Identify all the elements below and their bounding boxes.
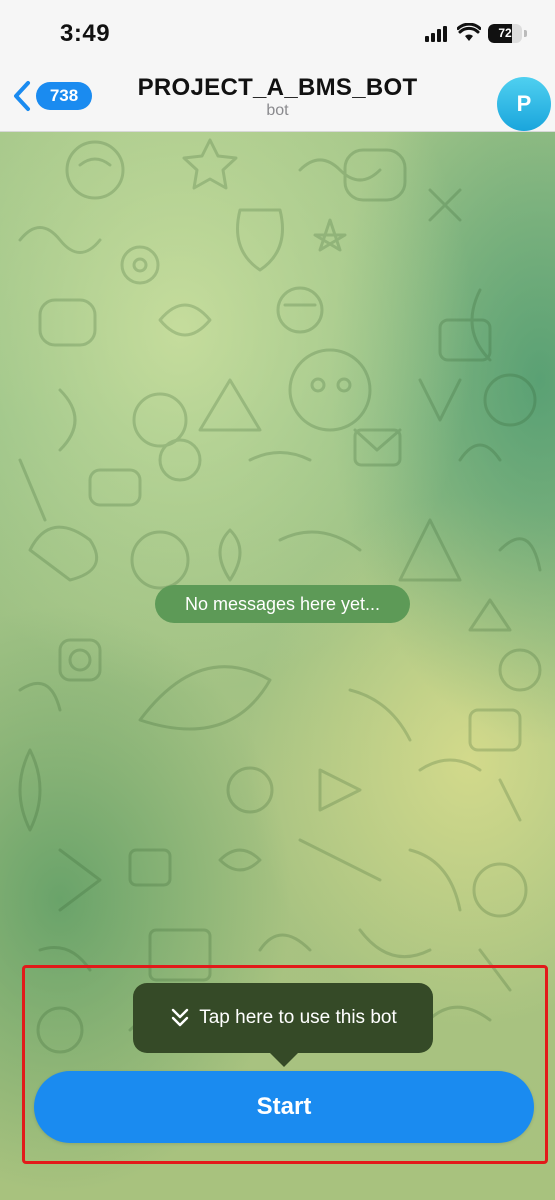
status-bar: 3:49 72 bbox=[0, 0, 555, 62]
avatar-letter: P bbox=[516, 91, 532, 116]
battery-percent: 72 bbox=[498, 26, 512, 40]
unread-count-badge: 738 bbox=[36, 82, 92, 110]
status-time: 3:49 bbox=[60, 20, 111, 47]
start-hint-tooltip[interactable]: Tap here to use this bot bbox=[133, 983, 433, 1053]
start-button-label: Start bbox=[256, 1093, 312, 1120]
tooltip-text: Tap here to use this bot bbox=[199, 1007, 397, 1028]
battery-icon: 72 bbox=[488, 24, 522, 43]
double-chevron-down-icon bbox=[172, 1008, 189, 1027]
start-button[interactable]: Start bbox=[34, 1071, 534, 1143]
tooltip-tail bbox=[268, 1051, 300, 1067]
chevron-left-icon bbox=[14, 81, 30, 111]
battery-cap bbox=[524, 30, 527, 37]
chat-subtitle: bot bbox=[266, 102, 289, 119]
signal-icon bbox=[425, 26, 447, 42]
back-button[interactable]: 738 bbox=[12, 74, 92, 118]
wifi-icon bbox=[457, 23, 481, 41]
empty-chat-text: No messages here yet... bbox=[184, 593, 381, 614]
chat-title-block[interactable]: PROJECT_A_BMS_BOT bot bbox=[100, 74, 455, 120]
avatar[interactable]: P bbox=[497, 77, 551, 131]
empty-chat-notice: No messages here yet... bbox=[155, 585, 410, 623]
chat-title: PROJECT_A_BMS_BOT bbox=[137, 74, 418, 101]
chat-header: 738 PROJECT_A_BMS_BOT bot P bbox=[0, 62, 555, 132]
